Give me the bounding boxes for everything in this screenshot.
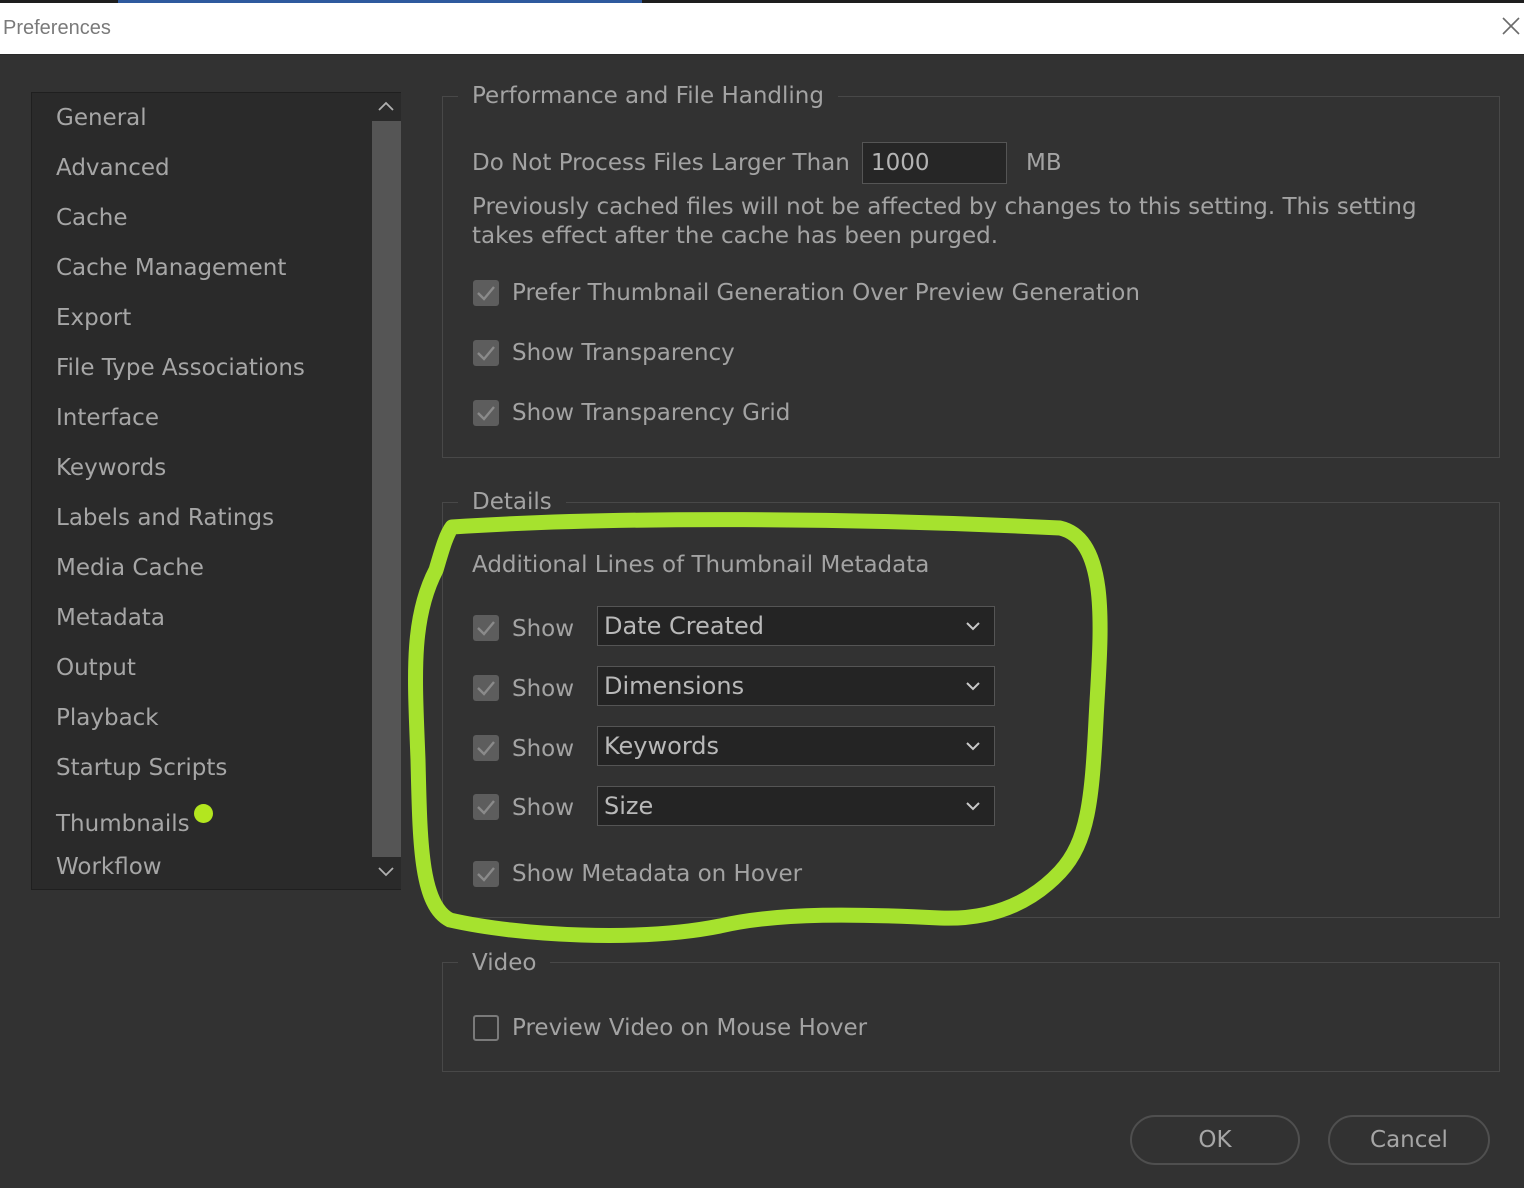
- checkmark-icon: [477, 286, 495, 301]
- cache-note-line: takes effect after the cache has been pu…: [472, 223, 999, 249]
- sidebar-item-label: Thumbnails: [56, 811, 190, 837]
- select-value: Dimensions: [604, 672, 745, 700]
- cache-note: Previously cached files will not be affe…: [472, 193, 1417, 251]
- sidebar-item-thumbnails[interactable]: Thumbnails: [56, 804, 213, 837]
- checkmark-icon: [477, 741, 495, 756]
- chevron-down-icon: [966, 682, 980, 691]
- show-row3-checkbox[interactable]: [473, 735, 499, 761]
- cache-note-line: Previously cached files will not be affe…: [472, 194, 1417, 220]
- max-size-input[interactable]: [862, 142, 1007, 184]
- sidebar-item-advanced[interactable]: Advanced: [56, 155, 170, 181]
- scroll-down-icon[interactable]: [376, 861, 396, 881]
- thumbnail-metadata-heading: Additional Lines of Thumbnail Metadata: [472, 552, 930, 578]
- scroll-up-icon[interactable]: [376, 97, 396, 117]
- sidebar-item-startup-scripts[interactable]: Startup Scripts: [56, 755, 227, 781]
- sidebar-item-metadata[interactable]: Metadata: [56, 605, 165, 631]
- show-transparency-grid-checkbox[interactable]: [473, 400, 499, 426]
- sidebar-item-labels-and-ratings[interactable]: Labels and Ratings: [56, 505, 274, 531]
- prefer-thumbnail-checkbox[interactable]: [473, 280, 499, 306]
- select-value: Keywords: [604, 732, 720, 760]
- sidebar-scrollbar[interactable]: [372, 93, 401, 889]
- sidebar-item-media-cache[interactable]: Media Cache: [56, 555, 204, 581]
- sidebar-item-general[interactable]: General: [56, 105, 147, 131]
- max-size-label: Do Not Process Files Larger Than: [472, 150, 850, 176]
- metadata-field-select-1[interactable]: Date Created: [597, 606, 995, 646]
- sidebar-item-cache[interactable]: Cache: [56, 205, 128, 231]
- show-transparency-grid-label: Show Transparency Grid: [512, 400, 791, 426]
- title-bar: Preferences: [0, 3, 1524, 55]
- video-legend: Video: [458, 950, 551, 976]
- show-row1-label: Show: [512, 616, 575, 642]
- checkmark-icon: [477, 621, 495, 636]
- show-row1-checkbox[interactable]: [473, 615, 499, 641]
- sidebar-item-file-type-associations[interactable]: File Type Associations: [56, 355, 305, 381]
- show-metadata-hover-checkbox[interactable]: [473, 861, 499, 887]
- show-metadata-hover-label: Show Metadata on Hover: [512, 861, 803, 887]
- details-legend: Details: [458, 489, 566, 515]
- checkmark-icon: [477, 800, 495, 815]
- sidebar-item-output[interactable]: Output: [56, 655, 136, 681]
- chevron-down-icon: [966, 622, 980, 631]
- chevron-down-icon: [966, 802, 980, 811]
- chevron-down-icon: [966, 742, 980, 751]
- prefer-thumbnail-label: Prefer Thumbnail Generation Over Preview…: [512, 280, 1140, 306]
- checkmark-icon: [477, 406, 495, 421]
- metadata-field-select-4[interactable]: Size: [597, 786, 995, 826]
- sidebar-item-export[interactable]: Export: [56, 305, 131, 331]
- show-row2-label: Show: [512, 676, 575, 702]
- window-title: Preferences: [3, 17, 111, 39]
- metadata-field-select-2[interactable]: Dimensions: [597, 666, 995, 706]
- preview-video-checkbox[interactable]: [473, 1015, 499, 1041]
- ok-button[interactable]: OK: [1130, 1115, 1300, 1165]
- cancel-button[interactable]: Cancel: [1328, 1115, 1490, 1165]
- sidebar-item-cache-management[interactable]: Cache Management: [56, 255, 286, 281]
- sidebar-item-playback[interactable]: Playback: [56, 705, 159, 731]
- show-row4-label: Show: [512, 795, 575, 821]
- checkmark-icon: [477, 346, 495, 361]
- max-size-unit: MB: [1026, 150, 1062, 176]
- sidebar-item-keywords[interactable]: Keywords: [56, 455, 166, 481]
- preview-video-label: Preview Video on Mouse Hover: [512, 1015, 868, 1041]
- preferences-category-list: General Advanced Cache Cache Management …: [31, 92, 401, 890]
- show-row3-label: Show: [512, 736, 575, 762]
- select-value: Date Created: [604, 612, 764, 640]
- checkmark-icon: [477, 681, 495, 696]
- selection-marker-dot: [193, 804, 213, 823]
- select-value: Size: [604, 792, 654, 820]
- show-transparency-checkbox[interactable]: [473, 340, 499, 366]
- sidebar-item-workflow[interactable]: Workflow: [56, 854, 162, 880]
- sidebar-item-interface[interactable]: Interface: [56, 405, 159, 431]
- performance-legend: Performance and File Handling: [458, 83, 838, 109]
- close-icon[interactable]: [1500, 15, 1522, 37]
- show-transparency-label: Show Transparency: [512, 340, 735, 366]
- show-row4-checkbox[interactable]: [473, 794, 499, 820]
- show-row2-checkbox[interactable]: [473, 675, 499, 701]
- checkmark-icon: [477, 867, 495, 882]
- metadata-field-select-3[interactable]: Keywords: [597, 726, 995, 766]
- scrollbar-thumb[interactable]: [372, 121, 401, 857]
